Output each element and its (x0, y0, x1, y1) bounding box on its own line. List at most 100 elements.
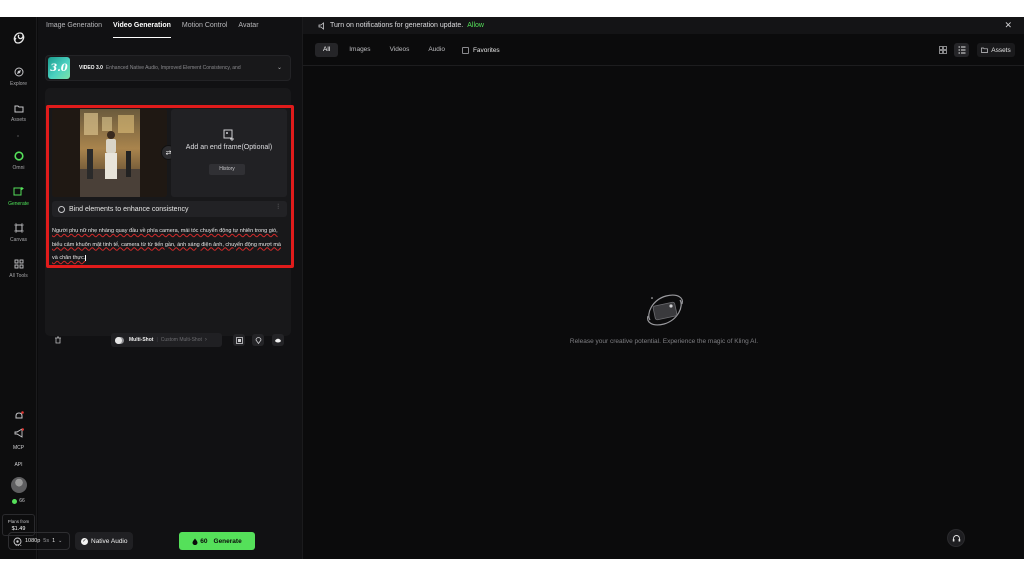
model-name: VIDEO 3.0 (79, 65, 103, 71)
empty-state-message: Release your creative potential. Experie… (569, 338, 759, 345)
location-tool-button[interactable] (252, 334, 264, 346)
sidebar-item-label: Explore (10, 81, 27, 87)
magic-icon (275, 338, 281, 342)
link-icon (58, 205, 65, 213)
generate-icon (12, 185, 26, 199)
chevron-down-icon: ⌄ (58, 538, 63, 544)
filter-images[interactable]: Images (341, 43, 378, 57)
checkbox-icon (461, 46, 469, 54)
frame-tool-button[interactable] (233, 334, 245, 346)
tab-avatar[interactable]: Avatar (238, 22, 258, 38)
mode-tabs: Image Generation Video Generation Motion… (46, 22, 259, 38)
credit-icon (12, 498, 18, 504)
end-frame-upload[interactable]: Add an end frame(Optional) History (171, 109, 287, 197)
folder-icon (12, 101, 26, 115)
multishot-toggle[interactable] (115, 336, 124, 344)
tab-motion-control[interactable]: Motion Control (182, 22, 228, 38)
mcp-button[interactable]: MCP (0, 443, 37, 451)
filter-all[interactable]: All (315, 43, 339, 57)
multishot-label: Multi-Shot (129, 337, 154, 343)
generation-panel: Image Generation Video Generation Motion… (38, 17, 302, 559)
api-label: API (14, 462, 23, 468)
notifications-button[interactable] (0, 409, 37, 423)
grid-view-icon (938, 46, 947, 54)
headset-icon (952, 534, 960, 541)
rail-divider (17, 135, 19, 137)
adjust-icon[interactable]: ⫶ (277, 204, 279, 212)
magic-tool-button[interactable] (272, 334, 284, 346)
bell-icon (12, 409, 26, 423)
api-button[interactable]: API (0, 460, 37, 468)
app-logo[interactable] (0, 31, 37, 45)
sidebar-item-explore[interactable]: Explore (0, 65, 37, 87)
filter-bar: All Images Videos Audio Favorites (315, 43, 500, 57)
omni-ring-icon (12, 149, 26, 163)
text-caret (85, 254, 87, 261)
app-window: Explore Assets Omni Generate Canvas All … (0, 17, 1024, 559)
close-icon[interactable]: ✕ (1004, 20, 1012, 31)
prompt-toolbar: Multi-Shot | Custom Multi-Shot › (46, 333, 291, 347)
sidebar-item-label: Generate (8, 201, 29, 207)
check-icon: ✓ (81, 537, 88, 545)
prompt-textarea[interactable]: Người phụ nữ nhẹ nhàng quay đầu về phía … (52, 225, 288, 266)
multishot-control: Multi-Shot | Custom Multi-Shot › (111, 333, 222, 347)
bind-elements-button[interactable]: Bind elements to enhance consistency ⫶ (52, 201, 287, 217)
generate-label: Generate (213, 537, 242, 545)
favorites-checkbox[interactable]: Favorites (461, 43, 500, 57)
filter-videos[interactable]: Videos (382, 43, 418, 57)
native-audio-toggle[interactable]: ✓ Native Audio (75, 532, 133, 550)
plans-label: Plans from (7, 518, 30, 524)
count-value: 1 (52, 538, 56, 544)
credits-badge[interactable]: 66 (0, 498, 37, 504)
sidebar-item-omni[interactable]: Omni (0, 149, 37, 171)
sidebar-item-label: Canvas (10, 237, 27, 243)
sidebar-item-label: Omni (12, 165, 25, 171)
chevron-down-icon: ⌄ (276, 65, 282, 71)
settings-icon (13, 537, 22, 545)
megaphone-icon (12, 426, 26, 440)
output-settings-dropdown[interactable]: 1080p 5s 1 ⌄ (8, 532, 70, 550)
compass-icon (12, 65, 26, 79)
model-description: Enhanced Native Audio, Improved Element … (105, 65, 241, 71)
sidebar-item-label: All Tools (9, 273, 28, 279)
notification-text: Turn on notifications for generation upd… (330, 22, 464, 29)
kling-logo-icon (13, 32, 24, 44)
bind-elements-label: Bind elements to enhance consistency (69, 205, 189, 213)
model-selector[interactable]: 3.0 VIDEO 3.0 Enhanced Native Audio, Imp… (45, 55, 291, 81)
pin-icon (255, 337, 261, 344)
announcements-button[interactable] (0, 426, 37, 440)
tab-video-generation[interactable]: Video Generation (113, 22, 171, 38)
credits-count: 66 (19, 498, 25, 504)
generation-controls: 1080p 5s 1 ⌄ ✓ Native Audio 60 Generate (0, 532, 264, 550)
custom-multishot-label[interactable]: Custom Multi-Shot (161, 337, 202, 343)
left-rail: Explore Assets Omni Generate Canvas All … (0, 17, 37, 559)
user-avatar[interactable] (0, 477, 37, 493)
plans-price: $1.49 (11, 525, 26, 532)
trash-icon[interactable] (54, 336, 62, 344)
grid-icon (12, 257, 26, 271)
sidebar-item-generate[interactable]: Generate (0, 185, 37, 207)
history-button[interactable]: History (209, 164, 245, 175)
prompt-text: Người phụ nữ nhẹ nhàng quay đầu về phía … (52, 228, 281, 261)
sidebar-item-all-tools[interactable]: All Tools (0, 257, 37, 279)
grid-view-button[interactable] (935, 43, 950, 57)
sidebar-item-canvas[interactable]: Canvas (0, 221, 37, 243)
list-view-button[interactable] (954, 43, 969, 57)
duration-value: 5s (43, 538, 50, 544)
generate-button[interactable]: 60 Generate (179, 532, 255, 550)
filter-audio[interactable]: Audio (420, 43, 453, 57)
mcp-label: MCP (12, 445, 25, 451)
notification-banner: Turn on notifications for generation upd… (303, 17, 1024, 34)
add-image-icon (223, 129, 234, 141)
sidebar-item-assets[interactable]: Assets (0, 101, 37, 123)
tab-image-generation[interactable]: Image Generation (46, 22, 102, 38)
start-frame-image[interactable] (52, 109, 167, 197)
resolution-value: 1080p (25, 538, 41, 544)
credit-drop-icon (192, 538, 198, 545)
support-button[interactable] (947, 529, 965, 547)
speaker-icon (318, 21, 324, 30)
assets-button[interactable]: Assets (977, 43, 1015, 57)
model-badge: 3.0 (48, 57, 70, 79)
allow-notifications-link[interactable]: Allow (467, 22, 484, 29)
folder-icon (981, 47, 989, 53)
